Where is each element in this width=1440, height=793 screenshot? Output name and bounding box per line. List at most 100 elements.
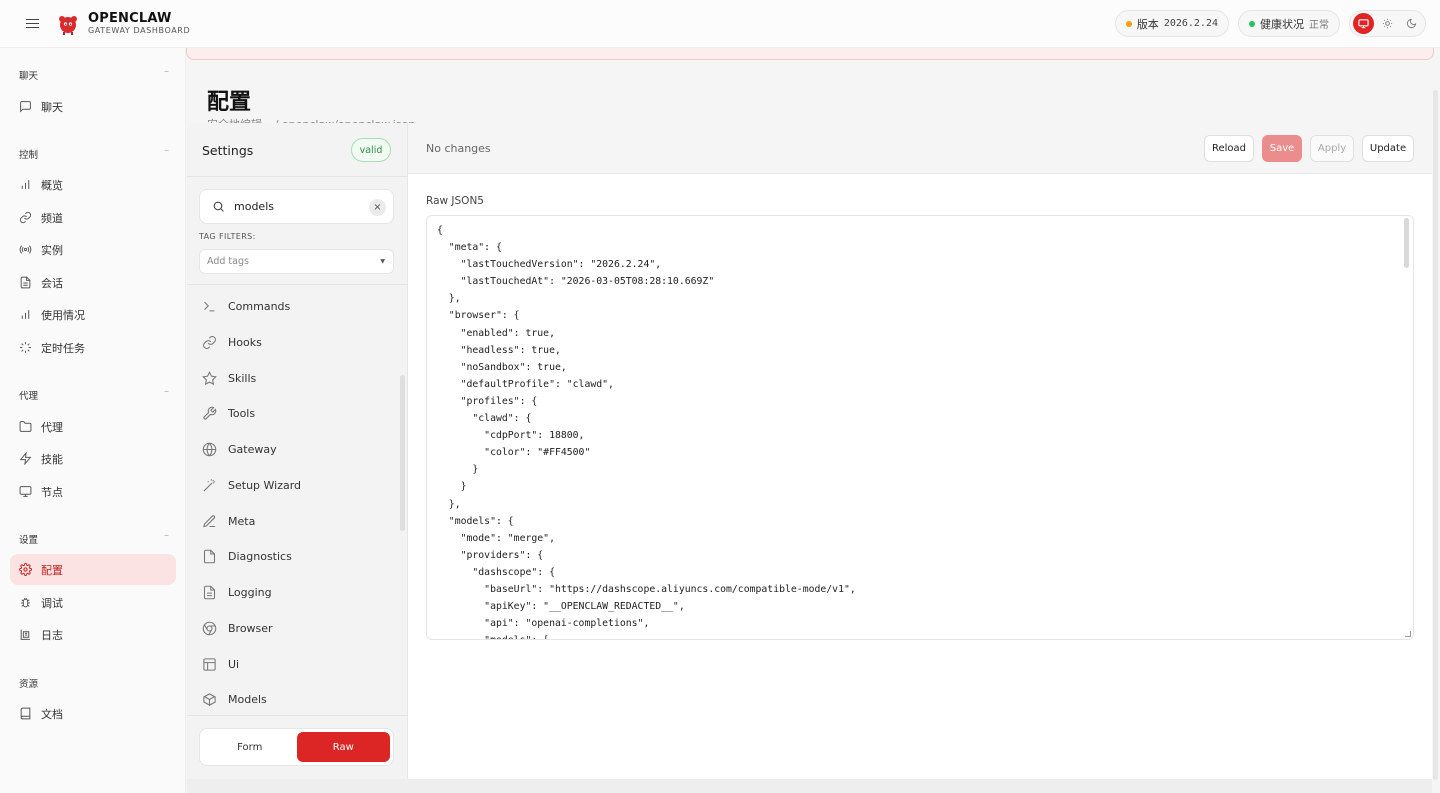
editor-scrollbar[interactable] bbox=[1404, 218, 1409, 268]
raw-json-editor[interactable]: { "meta": { "lastTouchedVersion": "2026.… bbox=[426, 215, 1414, 640]
section-item-commands[interactable]: Commands bbox=[202, 291, 392, 321]
reload-button[interactable]: Reload bbox=[1204, 135, 1254, 162]
nav-group-title: 资源 bbox=[19, 679, 39, 690]
nav-group-agents[interactable]: 代理 – bbox=[19, 386, 169, 402]
sun-icon bbox=[1382, 18, 1393, 29]
section-item-skills[interactable]: Skills bbox=[202, 363, 392, 393]
status-badge: valid bbox=[351, 138, 391, 162]
section-label: Skills bbox=[228, 371, 257, 385]
sidebar-item-usage[interactable]: 使用情况 bbox=[10, 299, 176, 330]
sidebar-item-skills[interactable]: 技能 bbox=[10, 443, 176, 474]
section-item-setup-wizard[interactable]: Setup Wizard bbox=[202, 470, 392, 500]
app-name: OPENCLAW bbox=[88, 11, 172, 26]
app-subtitle: GATEWAY DASHBOARD bbox=[88, 26, 191, 35]
page-scrollbar[interactable] bbox=[1433, 90, 1438, 780]
nav-group-control[interactable]: 控制 – bbox=[19, 145, 169, 161]
theme-switcher bbox=[1349, 10, 1426, 37]
nav-group-settings[interactable]: 设置 – bbox=[19, 530, 169, 546]
update-button[interactable]: Update bbox=[1362, 135, 1414, 162]
tag-filter-select[interactable]: Add tags ▼ bbox=[199, 249, 394, 274]
editor-panel: No changes Reload Save Apply Update Raw … bbox=[408, 123, 1432, 779]
section-label: Tools bbox=[228, 406, 256, 420]
sidebar-item-channels[interactable]: 频道 bbox=[10, 202, 176, 233]
globe-icon bbox=[202, 442, 217, 456]
sidebar-item-label: 使用情况 bbox=[41, 308, 85, 322]
log-icon bbox=[20, 629, 30, 640]
close-icon: × bbox=[373, 202, 382, 213]
version-status-dot bbox=[1125, 20, 1132, 27]
section-item-ui[interactable]: Ui bbox=[202, 649, 392, 679]
sidebar-item-label: 技能 bbox=[41, 452, 63, 466]
sidebar-item-label: 代理 bbox=[41, 420, 63, 434]
sidebar-item-cron[interactable]: 定时任务 bbox=[10, 332, 176, 363]
chrome-icon bbox=[202, 621, 217, 635]
theme-system-button[interactable] bbox=[1353, 13, 1374, 34]
version-pill: 版本 2026.2.24 bbox=[1114, 10, 1229, 37]
sidebar-item-label: 文档 bbox=[41, 707, 63, 721]
page-subtitle: 安全地编辑 ~/.openclaw/openclaw.json bbox=[207, 116, 415, 123]
star-icon bbox=[202, 370, 217, 385]
health-pill: 健康状况 正常 bbox=[1238, 10, 1340, 37]
divider bbox=[187, 715, 408, 716]
chat-icon bbox=[20, 101, 31, 113]
sidebar-item-agents[interactable]: 代理 bbox=[10, 411, 176, 442]
search-icon bbox=[213, 201, 224, 212]
section-list-scrollbar[interactable] bbox=[400, 375, 405, 531]
sidebar-item-label: 概览 bbox=[41, 178, 63, 192]
theme-dark-button[interactable] bbox=[1401, 13, 1422, 34]
sidebar-item-sessions[interactable]: 会话 bbox=[10, 267, 176, 298]
file-text-icon bbox=[203, 585, 216, 599]
section-label: Hooks bbox=[228, 335, 262, 349]
resize-handle[interactable] bbox=[1405, 631, 1411, 637]
apply-button[interactable]: Apply bbox=[1310, 135, 1354, 162]
nav-group-title: 聊天 bbox=[19, 71, 39, 82]
nav-group-chat[interactable]: 聊天 – bbox=[19, 66, 169, 82]
sidebar-item-debug[interactable]: 调试 bbox=[10, 587, 176, 618]
sidebar-item-label: 调试 bbox=[41, 596, 63, 610]
sidebar-item-label: 日志 bbox=[41, 628, 63, 642]
section-item-gateway[interactable]: Gateway bbox=[202, 434, 392, 464]
nav-group-title: 控制 bbox=[19, 150, 39, 161]
sidebar-item-label: 聊天 bbox=[41, 100, 63, 114]
section-label: Logging bbox=[228, 585, 272, 599]
theme-light-button[interactable] bbox=[1377, 13, 1398, 34]
nav-group-title: 代理 bbox=[19, 391, 39, 402]
bug-icon bbox=[21, 597, 30, 608]
sidebar-item-label: 配置 bbox=[41, 563, 63, 577]
openclaw-logo bbox=[59, 15, 77, 35]
book-icon bbox=[20, 707, 31, 720]
sidebar-item-logs[interactable]: 日志 bbox=[10, 619, 176, 650]
section-label: Gateway bbox=[228, 442, 277, 456]
section-item-diagnostics[interactable]: Diagnostics bbox=[202, 541, 392, 571]
mode-raw-button[interactable]: Raw bbox=[296, 732, 390, 762]
code-content[interactable]: { "meta": { "lastTouchedVersion": "2026.… bbox=[437, 222, 856, 639]
menu-toggle-button[interactable] bbox=[0, 0, 64, 48]
collapse-icon: – bbox=[164, 386, 169, 397]
sidebar-item-instances[interactable]: 实例 bbox=[10, 234, 176, 265]
section-item-hooks[interactable]: Hooks bbox=[202, 327, 392, 357]
sidebar-item-docs[interactable]: 文档 bbox=[10, 698, 176, 729]
health-status-dot bbox=[1249, 20, 1255, 27]
sidebar-item-nodes[interactable]: 节点 bbox=[10, 476, 176, 507]
sidebar-item-chat[interactable]: 聊天 bbox=[10, 91, 176, 122]
folder-icon bbox=[19, 421, 32, 432]
sidebar-item-label: 会话 bbox=[41, 276, 63, 290]
save-button[interactable]: Save bbox=[1262, 135, 1302, 162]
mode-form-button[interactable]: Form bbox=[203, 732, 297, 762]
section-item-tools[interactable]: Tools bbox=[202, 398, 392, 428]
tag-placeholder: Add tags bbox=[207, 256, 249, 267]
change-status: No changes bbox=[426, 142, 491, 155]
sidebar-item-overview[interactable]: 概览 bbox=[10, 169, 176, 200]
section-item-meta[interactable]: Meta bbox=[202, 506, 392, 536]
section-item-browser[interactable]: Browser bbox=[202, 613, 392, 643]
tag-filters-label: TAG FILTERS: bbox=[199, 232, 256, 241]
settings-search[interactable]: models × bbox=[199, 189, 394, 224]
section-item-logging[interactable]: Logging bbox=[202, 577, 392, 607]
link-icon bbox=[203, 335, 216, 349]
clear-search-button[interactable]: × bbox=[369, 199, 386, 216]
section-item-models[interactable]: Models bbox=[202, 684, 392, 714]
search-input[interactable]: models bbox=[234, 200, 274, 213]
sidebar-item-config[interactable]: 配置 bbox=[10, 554, 176, 585]
settings-header: Settings valid bbox=[187, 123, 408, 177]
sidebar-item-label: 节点 bbox=[41, 485, 63, 499]
